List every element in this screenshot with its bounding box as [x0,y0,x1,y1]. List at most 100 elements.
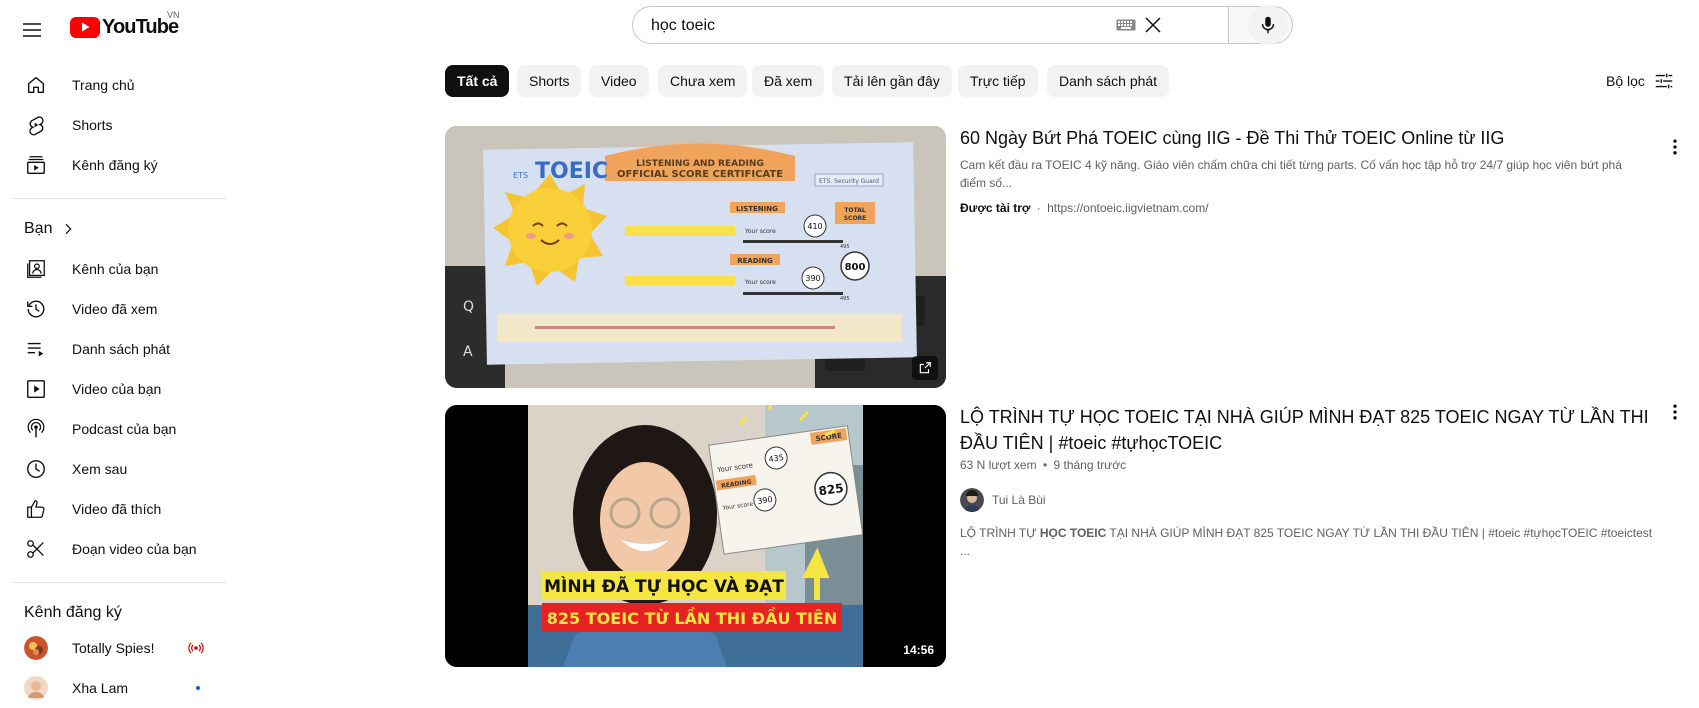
sidebar-item-label: Video đã thích [72,501,162,517]
youtube-play-icon [70,16,100,38]
ad-description: Cam kết đầu ra TOEIC 4 kỹ năng. Giáo viê… [960,158,1622,190]
chip-recently-uploaded[interactable]: Tải lên gần đây [832,65,952,97]
sponsored-badge: Được tài trợ [960,201,1031,215]
home-icon [24,73,48,97]
live-icon [188,642,204,654]
svg-text:LISTENING: LISTENING [736,205,778,213]
sidebar-item-label: Xha Lam [72,680,129,696]
video-thumbnail[interactable]: SCORE Your score 435 READING Your score … [445,405,946,667]
sidebar-item-watch-later[interactable]: Xem sau [12,449,212,489]
svg-text:OFFICIAL SCORE CERTIFICATE: OFFICIAL SCORE CERTIFICATE [617,169,783,180]
search-box[interactable] [632,6,1229,45]
more-vert-icon [1673,139,1677,155]
video-title[interactable]: 60 Ngày Bứt Phá TOEIC cùng IIG - Đề Thi … [960,125,1620,151]
svg-text:A: A [463,344,473,360]
channel-avatar [960,488,984,512]
svg-text:800: 800 [845,262,866,273]
video-meta: 63 N lượt xem • 9 tháng trước [960,458,1126,472]
separator-dot: · [1036,201,1041,215]
close-icon [1145,17,1161,33]
sidebar-divider [12,198,226,199]
new-content-dot [196,686,200,690]
filter-label: Bộ lọc [1606,73,1645,89]
keyboard-icon[interactable] [1116,19,1136,31]
video-description: LỘ TRÌNH TỰ HỌC TOEIC TẠI NHÀ GIÚP MÌNH … [960,524,1660,560]
chip-video[interactable]: Video [589,65,649,97]
sidebar-item-label: Video đã xem [72,301,158,317]
sidebar-item-label: Trang chủ [72,77,135,93]
sidebar-item-your-channel[interactable]: Kênh của bạn [12,249,212,289]
video-thumbnail[interactable]: LISTENING AND READING OFFICIAL SCORE CER… [445,126,946,388]
filter-sliders-icon [1655,73,1673,89]
sidebar-item-label: Xem sau [72,461,128,477]
sidebar-item-your-videos[interactable]: Video của bạn [12,369,212,409]
clear-search-button[interactable] [1139,11,1167,39]
svg-text:SCORE: SCORE [844,215,867,222]
mic-icon [1261,16,1275,34]
svg-text:410: 410 [807,222,822,231]
playlist-icon [24,337,48,361]
sidebar-item-podcasts[interactable]: Podcast của bạn [12,409,212,449]
svg-text:ETS. Security Guard: ETS. Security Guard [819,178,879,185]
upload-age: 9 tháng trước [1053,458,1127,472]
chip-unwatched[interactable]: Chưa xem [658,65,748,97]
sidebar-subscription-item[interactable]: Xha Lam [12,668,212,708]
sidebar-item-playlists[interactable]: Danh sách phát [12,329,212,369]
sidebar-item-clips[interactable]: Đoạn video của bạn [12,529,212,569]
svg-text:495: 495 [840,244,850,250]
chip-playlists[interactable]: Danh sách phát [1047,65,1170,97]
menu-button[interactable] [12,10,52,50]
subscriptions-icon [24,153,48,177]
podcast-icon [24,417,48,441]
sidebar-item-subscriptions[interactable]: Kênh đăng ký [12,145,212,185]
shorts-icon [24,113,48,137]
country-code: VN [167,10,180,20]
chip-watched[interactable]: Đã xem [752,65,825,97]
chevron-right-icon [66,223,72,235]
sidebar-item-label: Podcast của bạn [72,421,177,437]
sidebar-subscription-item[interactable]: Totally Spies! [12,628,212,668]
sidebar-item-liked-videos[interactable]: Video đã thích [12,489,212,529]
channel-name[interactable]: Tui Là Bùi [992,493,1046,507]
sidebar-item-label: Kênh của bạn [72,261,159,277]
svg-text:Your score: Your score [744,228,776,235]
channel-avatar [24,636,48,660]
history-icon [24,297,48,321]
sidebar-item-home[interactable]: Trang chủ [12,65,212,105]
view-count: 63 N lượt xem [960,458,1037,472]
sidebar-item-history[interactable]: Video đã xem [12,289,212,329]
chip-shorts[interactable]: Shorts [517,65,582,97]
desc-highlight: HỌC TOEIC [1039,526,1107,540]
channel-row[interactable]: Tui Là Bùi [960,488,1046,512]
svg-text:Q: Q [463,299,474,315]
sidebar-item-shorts[interactable]: Shorts [12,105,212,145]
clips-icon [24,537,48,561]
ad-thumbnail-image: LISTENING AND READING OFFICIAL SCORE CER… [445,126,946,388]
more-actions-button[interactable] [1661,398,1689,426]
sidebar-item-label: Đoạn video của bạn [72,541,197,557]
ad-url[interactable]: https://ontoeic.iigvietnam.com/ [1047,201,1208,215]
sidebar-item-label: Kênh đăng ký [72,157,158,173]
more-actions-button[interactable] [1661,133,1689,161]
section-title: Bạn [24,220,53,237]
svg-text:Your score: Your score [744,279,776,286]
desc-text: LỘ TRÌNH TỰ [960,526,1040,540]
like-icon [24,497,48,521]
sidebar-item-label: Danh sách phát [72,341,171,357]
chip-live[interactable]: Trực tiếp [958,65,1038,97]
video-title[interactable]: LỘ TRÌNH TỰ HỌC TOEIC TẠI NHÀ GIÚP MÌNH … [960,404,1650,456]
youtube-logo[interactable]: YouTube [70,12,179,42]
video-duration: 14:56 [899,641,938,659]
sidebar-item-label: Shorts [72,117,113,133]
sidebar-divider [12,582,226,583]
voice-search-button[interactable] [1248,5,1288,45]
filter-button[interactable]: Bộ lọc [1606,62,1675,100]
search-input[interactable] [649,7,1093,45]
external-link-icon [912,356,938,380]
watch-later-icon [24,457,48,481]
section-title: Kênh đăng ký [24,604,122,621]
ad-sponsor-line: Được tài trợ · https://ontoeic.iigvietna… [960,201,1209,215]
sidebar-you-header[interactable]: Bạn [24,220,76,238]
hamburger-icon [23,23,41,37]
chip-all[interactable]: Tất cả [445,65,510,97]
